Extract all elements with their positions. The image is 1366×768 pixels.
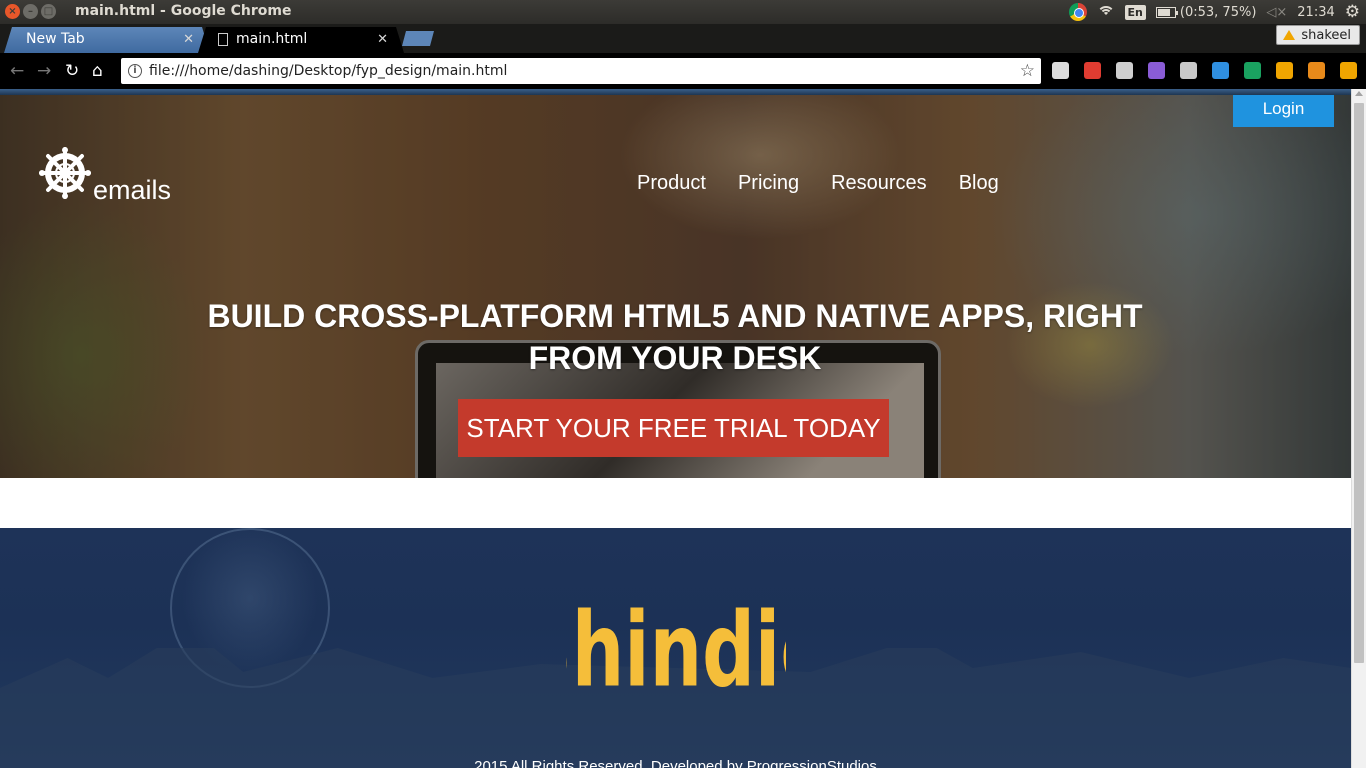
shindig-logo: Shindig <box>566 591 786 710</box>
tab-label: main.html <box>236 31 308 47</box>
url-text: file:///home/dashing/Desktop/fyp_design/… <box>149 63 508 79</box>
nav-link-product[interactable]: Product <box>637 172 706 195</box>
planet-ext-icon[interactable] <box>1116 62 1133 79</box>
reload-icon[interactable]: ↻ <box>65 61 79 81</box>
volume-muted-icon[interactable]: ◁× <box>1266 5 1287 20</box>
page-scrollbar[interactable] <box>1351 89 1366 768</box>
adblock-ext-icon[interactable] <box>1084 62 1101 79</box>
window-close-button[interactable]: × <box>5 4 20 19</box>
window-maximize-button[interactable]: □ <box>41 4 56 19</box>
copyright-text: 2015 All Rights Reserved. Developed by P… <box>474 758 877 768</box>
tab-main-html[interactable]: main.html ✕ <box>198 27 404 53</box>
bookmark-star-icon[interactable]: ☆ <box>1020 58 1035 84</box>
eyedropper-ext-icon[interactable] <box>1180 62 1197 79</box>
crop-ext-icon[interactable] <box>1308 62 1325 79</box>
nav-link-blog[interactable]: Blog <box>959 172 999 195</box>
flag-ext-icon[interactable] <box>1244 62 1261 79</box>
browser-toolbar: ← → ↻ ⌂ i file:///home/dashing/Desktop/f… <box>0 53 1366 89</box>
window-minimize-button[interactable]: – <box>23 4 38 19</box>
battery-status: (0:53, 75%) <box>1179 4 1257 20</box>
page-icon <box>218 33 228 46</box>
footer-brand-logo[interactable]: Shindig <box>0 588 1351 732</box>
window-title: main.html - Google Chrome <box>75 3 292 19</box>
site-logo[interactable]: emails <box>39 147 171 205</box>
forward-arrow-icon[interactable]: → <box>37 61 51 81</box>
brand-text: Shindig <box>566 591 786 710</box>
battery-icon[interactable] <box>1155 6 1178 18</box>
ships-wheel-icon <box>39 147 91 199</box>
ruler-ext-icon[interactable] <box>1276 62 1293 79</box>
info-icon[interactable]: i <box>128 64 142 78</box>
page-viewport: emails Product Pricing Resources Blog Lo… <box>0 95 1351 768</box>
home-icon[interactable]: ⌂ <box>92 61 103 81</box>
free-trial-button[interactable]: START YOUR FREE TRIAL TODAY <box>458 399 889 457</box>
shield-ext-icon[interactable] <box>1052 62 1069 79</box>
tab-close-icon[interactable]: ✕ <box>183 27 194 52</box>
scroll-up-arrow-icon[interactable] <box>1355 91 1363 96</box>
warning-icon <box>1283 30 1296 40</box>
tab-close-icon[interactable]: ✕ <box>377 27 388 52</box>
window-controls: × – □ <box>5 4 56 19</box>
footer: Shindig 2015 All Rights Reserved. Develo… <box>0 528 1351 768</box>
system-gear-icon[interactable]: ⚙ <box>1345 2 1360 22</box>
tab-label: New Tab <box>26 31 85 47</box>
drop-ext-icon[interactable] <box>1212 62 1229 79</box>
hero-section: emails Product Pricing Resources Blog Lo… <box>0 95 1351 478</box>
section-spacer <box>0 478 1351 528</box>
os-top-panel: × – □ main.html - Google Chrome En (0:53… <box>0 0 1366 24</box>
alert-ext-icon[interactable] <box>1340 62 1357 79</box>
address-bar[interactable]: i file:///home/dashing/Desktop/fyp_desig… <box>121 58 1041 84</box>
wifi-icon[interactable] <box>1096 5 1115 19</box>
system-tray: En (0:53, 75%) ◁× 21:34 ⚙ <box>1068 0 1366 24</box>
tab-new-tab[interactable]: New Tab ✕ <box>4 27 210 53</box>
chrome-tray-icon[interactable] <box>1068 3 1087 21</box>
profile-name: shakeel <box>1301 27 1351 43</box>
new-tab-button[interactable] <box>402 31 434 46</box>
logo-text: emails <box>93 175 172 205</box>
back-arrow-icon[interactable]: ← <box>10 61 24 81</box>
clock[interactable]: 21:34 <box>1297 5 1334 20</box>
nav-link-resources[interactable]: Resources <box>831 172 927 195</box>
tab-strip: New Tab ✕ main.html ✕ <box>0 24 1366 53</box>
keyboard-layout-indicator[interactable]: En <box>1124 4 1146 20</box>
nav-link-pricing[interactable]: Pricing <box>738 172 799 195</box>
profile-button[interactable]: shakeel <box>1276 25 1360 45</box>
main-nav: Product Pricing Resources Blog <box>637 172 1031 195</box>
login-button[interactable]: Login <box>1233 95 1334 127</box>
color-wheel-ext-icon[interactable] <box>1148 62 1165 79</box>
hero-headline: BUILD CROSS-PLATFORM HTML5 AND NATIVE AP… <box>207 298 1143 376</box>
scroll-thumb[interactable] <box>1354 103 1364 663</box>
